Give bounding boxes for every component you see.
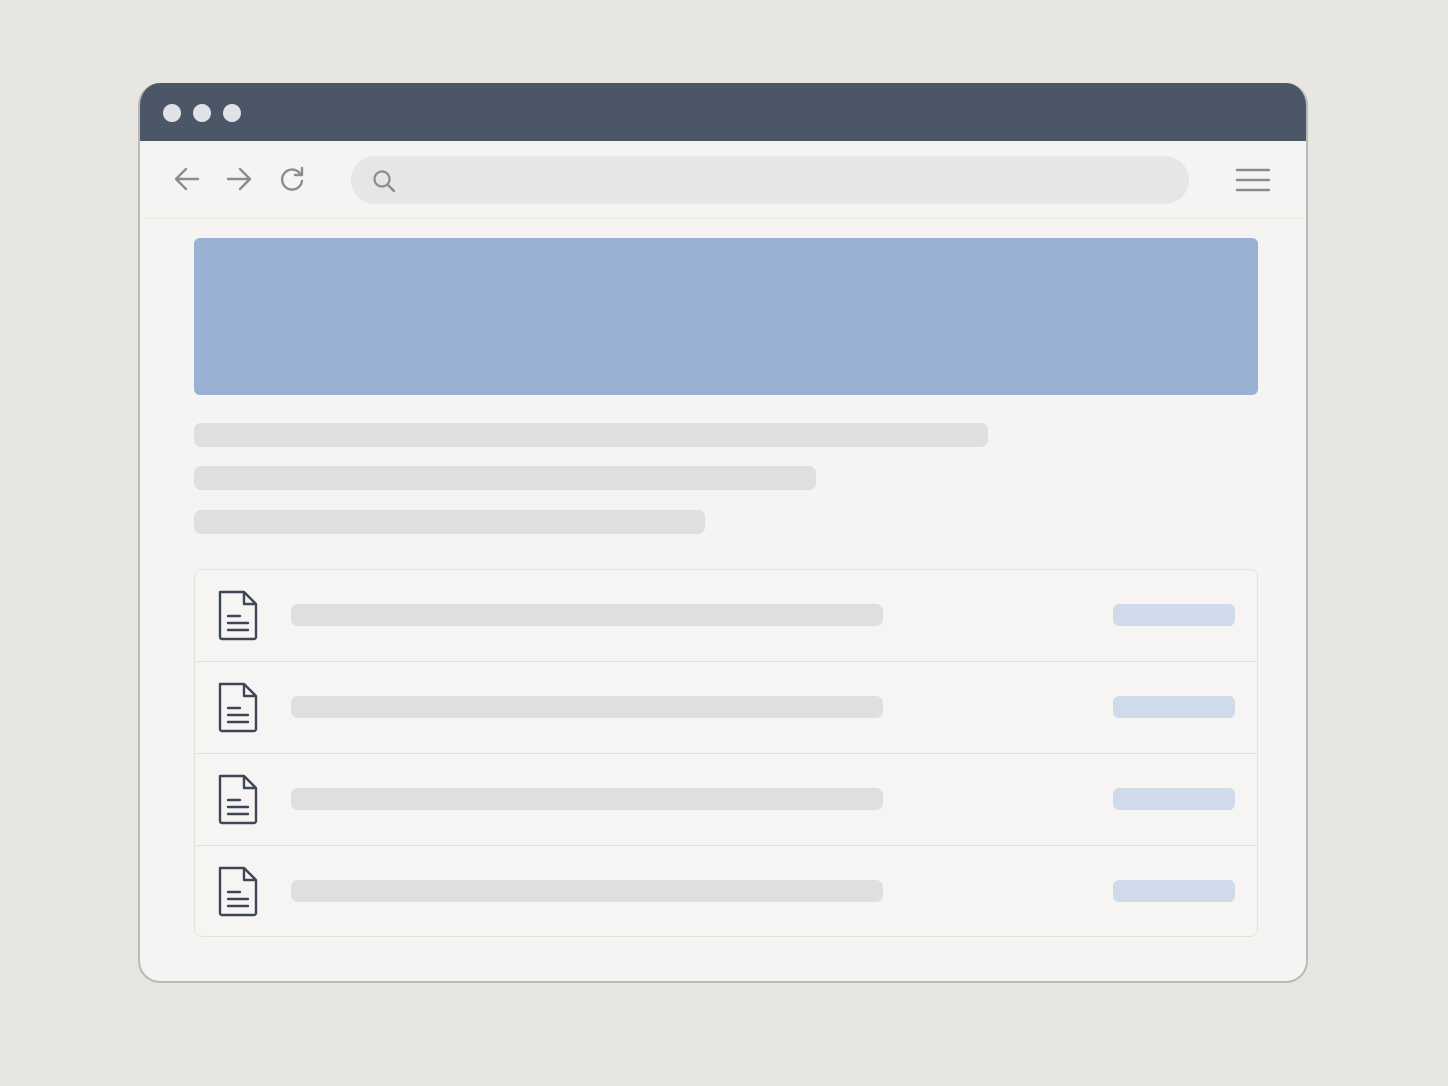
menu-button[interactable] [1234,163,1272,197]
document-title-placeholder [291,604,883,626]
hamburger-menu-icon [1235,168,1271,192]
document-icon [218,866,258,917]
back-button[interactable] [169,161,205,197]
document-icon [218,682,258,733]
list-item[interactable] [195,845,1257,938]
reload-icon [280,166,304,191]
search-icon [373,170,396,193]
text-placeholder-line-2 [194,466,816,490]
list-item[interactable] [195,753,1257,846]
document-title-placeholder [291,788,883,810]
document-title-placeholder [291,880,883,902]
forward-button[interactable] [221,161,257,197]
arrow-right-icon [226,167,252,191]
document-action-button[interactable] [1113,880,1235,902]
document-icon [218,590,258,641]
text-placeholder-line-1 [194,423,988,447]
document-action-button[interactable] [1113,604,1235,626]
document-action-button[interactable] [1113,696,1235,718]
reload-button[interactable] [274,161,310,197]
document-title-placeholder [291,696,883,718]
window-dot-1[interactable] [163,104,181,122]
text-placeholder-line-3 [194,510,705,534]
browser-window [138,83,1308,983]
document-icon [218,774,258,825]
list-item[interactable] [195,570,1257,662]
address-input[interactable] [403,156,1167,206]
list-item[interactable] [195,661,1257,754]
hero-banner [194,238,1258,395]
document-action-button[interactable] [1113,788,1235,810]
title-bar [140,83,1306,141]
window-dot-3[interactable] [223,104,241,122]
window-dot-2[interactable] [193,104,211,122]
arrow-left-icon [174,167,200,191]
document-list [194,569,1258,937]
address-bar[interactable] [351,156,1189,206]
browser-toolbar [140,141,1306,219]
